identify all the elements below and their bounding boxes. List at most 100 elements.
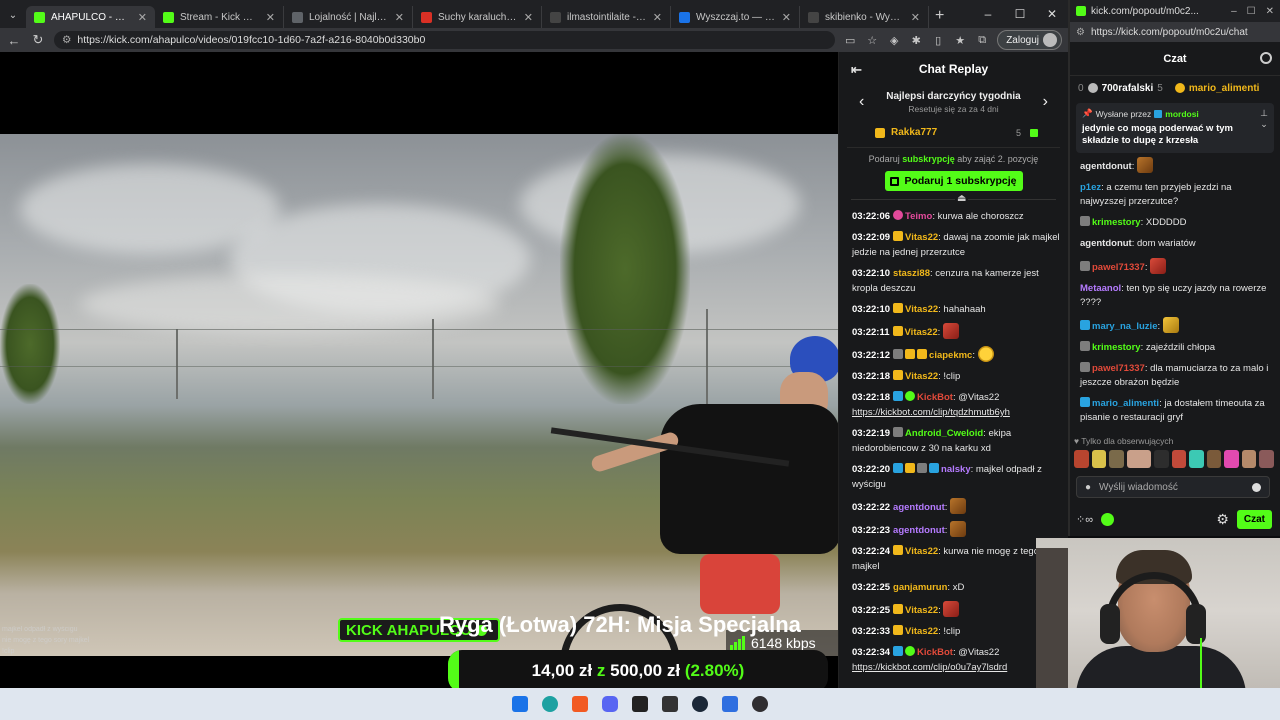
expand-icon[interactable]: ⌄	[1260, 119, 1268, 129]
message-username[interactable]: krimestory	[1092, 217, 1141, 228]
edge-icon[interactable]	[542, 696, 558, 712]
chevron-right-icon[interactable]: ›	[1043, 93, 1048, 111]
message-username[interactable]: KickBot	[917, 647, 953, 658]
gift-sub-button[interactable]: Podaruj 1 subskrypcję	[884, 171, 1023, 191]
maximize-icon[interactable]: ☐	[1247, 6, 1256, 17]
message-username[interactable]: Vitas22	[905, 327, 938, 338]
minimize-icon[interactable]: –	[972, 7, 1004, 21]
message-username[interactable]: Vitas22	[905, 605, 938, 616]
browser-tab[interactable]: Stream - Kick Dashboard ✕	[155, 6, 284, 28]
emote-icon[interactable]	[1109, 450, 1124, 468]
users-icon[interactable]	[1260, 52, 1272, 64]
message-username[interactable]: ganjamurun	[893, 582, 947, 593]
message-username[interactable]: agentdonut	[893, 502, 945, 513]
discord-icon[interactable]	[602, 696, 618, 712]
close-window-icon[interactable]: ✕	[1036, 7, 1068, 21]
emote-icon[interactable]	[1206, 450, 1222, 468]
top-donor-name[interactable]: Rakka777	[891, 127, 1010, 138]
message-username[interactable]: Vitas22	[905, 232, 938, 243]
emote-icon[interactable]	[1224, 450, 1239, 468]
emote-icon[interactable]	[1171, 450, 1187, 468]
message-username[interactable]: pawel71337	[1092, 262, 1145, 273]
message-link[interactable]: https://kickbot.com/clip/tqdzhmutb6yh	[852, 407, 1010, 418]
close-tab-icon[interactable]: ✕	[266, 11, 275, 24]
close-tab-icon[interactable]: ✕	[524, 11, 533, 24]
message-link[interactable]: https://kickbot.com/clip/o0u7ay7lsdrd	[852, 662, 1007, 673]
bookmark-star-icon[interactable]: ☆	[865, 34, 879, 47]
brave-icon[interactable]	[572, 696, 588, 712]
app-icon[interactable]	[722, 696, 738, 712]
new-tab-button[interactable]: +	[935, 7, 944, 25]
settings-icon[interactable]: ⚙	[1216, 511, 1229, 528]
close-tab-icon[interactable]: ✕	[395, 11, 404, 24]
pinned-by-user[interactable]: mordosi	[1165, 109, 1199, 119]
message-username[interactable]: agentdonut	[1080, 238, 1132, 249]
epic-games-icon[interactable]	[662, 696, 678, 712]
message-username[interactable]: nalsky	[941, 464, 971, 475]
video-frame[interactable]: majkel odpadł z wyścigu nie mogę z tego …	[0, 134, 838, 656]
message-username[interactable]: Vitas22	[905, 626, 938, 637]
puzzle-icon[interactable]: ✱	[909, 34, 923, 47]
message-username[interactable]: Vitas22	[905, 304, 938, 315]
browser-tab[interactable]: Wyszczaj.to — znajdź na ✕	[671, 6, 800, 28]
message-username[interactable]: Vitas22	[905, 546, 938, 557]
browser-tab[interactable]: Suchy karaluch - cypis - ✕	[413, 6, 542, 28]
reader-icon[interactable]: ▭	[843, 34, 857, 47]
kick-icon[interactable]	[1101, 512, 1115, 526]
message-username[interactable]: mario_alimenti	[1092, 398, 1159, 409]
emote-icon[interactable]	[1126, 450, 1152, 468]
unpin-icon[interactable]: ⊥	[1260, 108, 1268, 118]
leaderboard-user-1[interactable]: 700rafalski	[1102, 83, 1154, 94]
message-username[interactable]: agentdonut	[1080, 161, 1132, 172]
message-username[interactable]: pawel71337	[1092, 363, 1145, 374]
site-info-icon[interactable]: ⚙	[62, 34, 71, 46]
emote-icon[interactable]	[1259, 450, 1275, 468]
browser-tab[interactable]: Lojalność | Najlepsze op ✕	[284, 6, 413, 28]
emoji-icon[interactable]	[1252, 482, 1261, 492]
message-username[interactable]: mary_na_luzie	[1092, 321, 1157, 332]
browser-tab[interactable]: skibienko - Wyszukaj ✕	[800, 6, 929, 28]
site-info-icon[interactable]: ⚙	[1076, 27, 1085, 38]
obs-icon[interactable]	[752, 696, 768, 712]
favorites-icon[interactable]: ★	[953, 34, 967, 47]
tab-search-icon[interactable]: ⌄	[0, 5, 26, 27]
gift-info-link[interactable]: subskrypcję	[902, 154, 955, 164]
message-username[interactable]: agentdonut	[893, 525, 945, 536]
message-username[interactable]: KickBot	[917, 392, 953, 403]
message-username[interactable]: Teimo	[905, 211, 932, 222]
collapse-up-icon[interactable]: ⏏	[955, 193, 969, 204]
message-username[interactable]: p1ez	[1080, 182, 1101, 193]
emote-icon[interactable]	[1091, 450, 1107, 468]
browser-tab[interactable]: AHAPULCO - Watch ✕	[26, 6, 155, 28]
send-chat-button[interactable]: Czat	[1236, 509, 1272, 529]
chat-input[interactable]: ● Wyślij wiadomość	[1076, 476, 1270, 498]
url-field[interactable]: ⚙ https://kick.com/ahapulco/videos/019fc…	[54, 31, 836, 49]
emote-icon[interactable]	[1074, 450, 1089, 468]
maximize-icon[interactable]: ☐	[1004, 7, 1036, 21]
close-tab-icon[interactable]: ✕	[653, 11, 662, 24]
message-username[interactable]: Metaanol	[1080, 283, 1121, 294]
message-username[interactable]: Android_Cweloid	[905, 428, 983, 439]
back-icon[interactable]: ←	[6, 33, 22, 48]
login-button[interactable]: Zaloguj	[997, 30, 1062, 50]
emote-icon[interactable]	[1189, 450, 1204, 468]
video-player[interactable]: majkel odpadł z wyścigu nie mogę z tego …	[0, 52, 838, 688]
emote-icon[interactable]	[1154, 450, 1169, 468]
message-username[interactable]: Vitas22	[905, 371, 938, 382]
collapse-chat-icon[interactable]: ⇤	[851, 62, 862, 78]
collections-icon[interactable]: ⧉	[975, 34, 989, 47]
message-username[interactable]: ciapekmc	[929, 350, 972, 361]
message-username[interactable]: krimestory	[1092, 342, 1141, 353]
media-icon[interactable]	[632, 696, 648, 712]
close-window-icon[interactable]: ✕	[1266, 6, 1274, 17]
windows-start-icon[interactable]	[512, 696, 528, 712]
close-tab-icon[interactable]: ✕	[138, 11, 147, 24]
popout-url-bar[interactable]: ⚙ https://kick.com/popout/m0c2u/chat	[1070, 22, 1280, 42]
browser-tab[interactable]: ilmastointilaite - Wyszuk ✕	[542, 6, 671, 28]
minimize-icon[interactable]: –	[1231, 6, 1237, 17]
extension-icon[interactable]: ◈	[887, 34, 901, 47]
split-icon[interactable]: ▯	[931, 34, 945, 47]
reload-icon[interactable]: ↻	[30, 32, 46, 48]
message-username[interactable]: staszi88	[893, 268, 930, 279]
leaderboard-user-2[interactable]: mario_alimenti	[1189, 83, 1260, 94]
